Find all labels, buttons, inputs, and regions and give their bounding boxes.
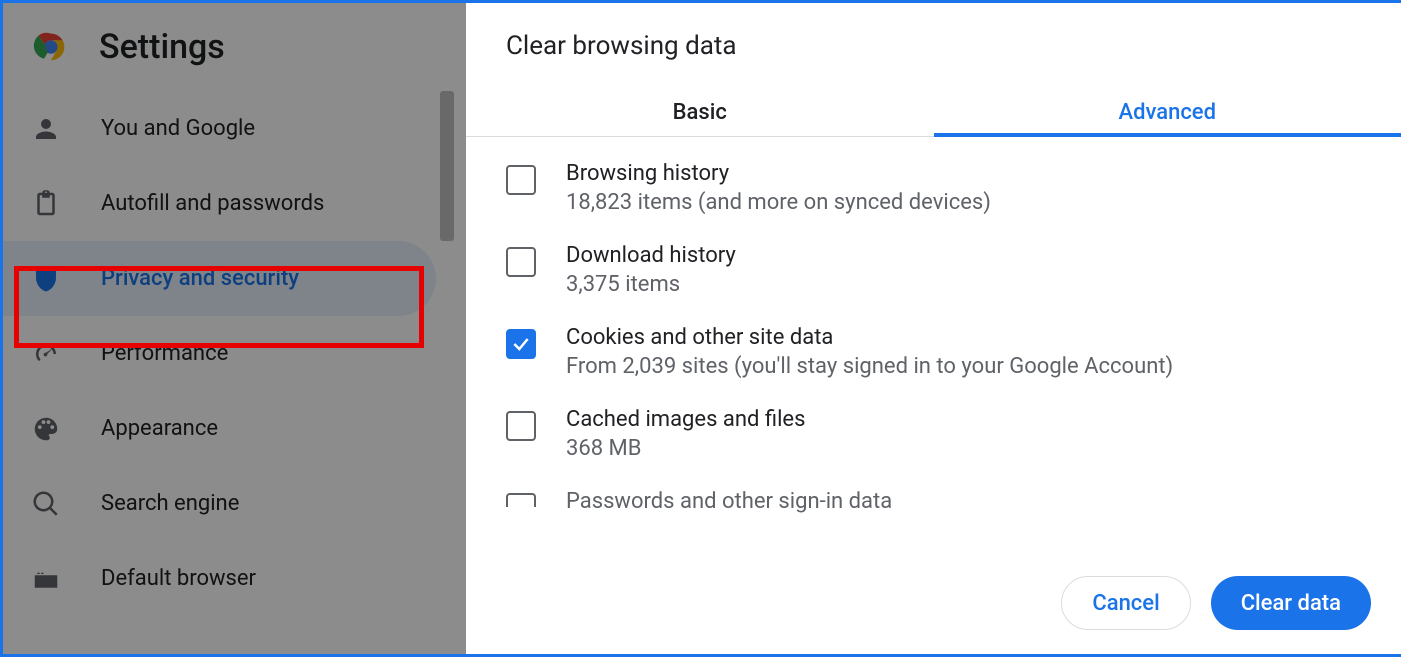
checkbox-cookies[interactable] — [506, 329, 536, 359]
clear-data-options: Browsing history 18,823 items (and more … — [466, 137, 1401, 551]
option-title: Cached images and files — [566, 407, 805, 432]
dialog-title: Clear browsing data — [466, 3, 1401, 89]
checkbox-passwords[interactable] — [506, 493, 536, 507]
option-subtitle: 18,823 items (and more on synced devices… — [566, 190, 991, 215]
option-cached-images[interactable]: Cached images and files 368 MB — [506, 393, 1361, 475]
dialog-tabs: Basic Advanced — [466, 89, 1401, 137]
option-title: Passwords and other sign-in data — [566, 489, 892, 514]
option-title: Browsing history — [566, 161, 991, 186]
option-subtitle: From 2,039 sites (you'll stay signed in … — [566, 354, 1173, 379]
option-subtitle: 368 MB — [566, 436, 805, 461]
option-passwords[interactable]: Passwords and other sign-in data — [506, 475, 1361, 528]
option-subtitle: 3,375 items — [566, 272, 736, 297]
cancel-button[interactable]: Cancel — [1061, 576, 1190, 630]
clear-data-button[interactable]: Clear data — [1211, 576, 1371, 630]
option-title: Cookies and other site data — [566, 325, 1173, 350]
option-download-history[interactable]: Download history 3,375 items — [506, 229, 1361, 311]
option-cookies[interactable]: Cookies and other site data From 2,039 s… — [506, 311, 1361, 393]
option-browsing-history[interactable]: Browsing history 18,823 items (and more … — [506, 147, 1361, 229]
clear-browsing-data-dialog: Clear browsing data Basic Advanced Brows… — [466, 3, 1401, 654]
checkbox-cached-images[interactable] — [506, 411, 536, 441]
tab-advanced[interactable]: Advanced — [934, 89, 1401, 136]
checkbox-download-history[interactable] — [506, 247, 536, 277]
tab-basic[interactable]: Basic — [466, 89, 934, 136]
modal-backdrop — [3, 3, 466, 654]
checkbox-browsing-history[interactable] — [506, 165, 536, 195]
dialog-actions: Cancel Clear data — [466, 551, 1401, 654]
option-title: Download history — [566, 243, 736, 268]
